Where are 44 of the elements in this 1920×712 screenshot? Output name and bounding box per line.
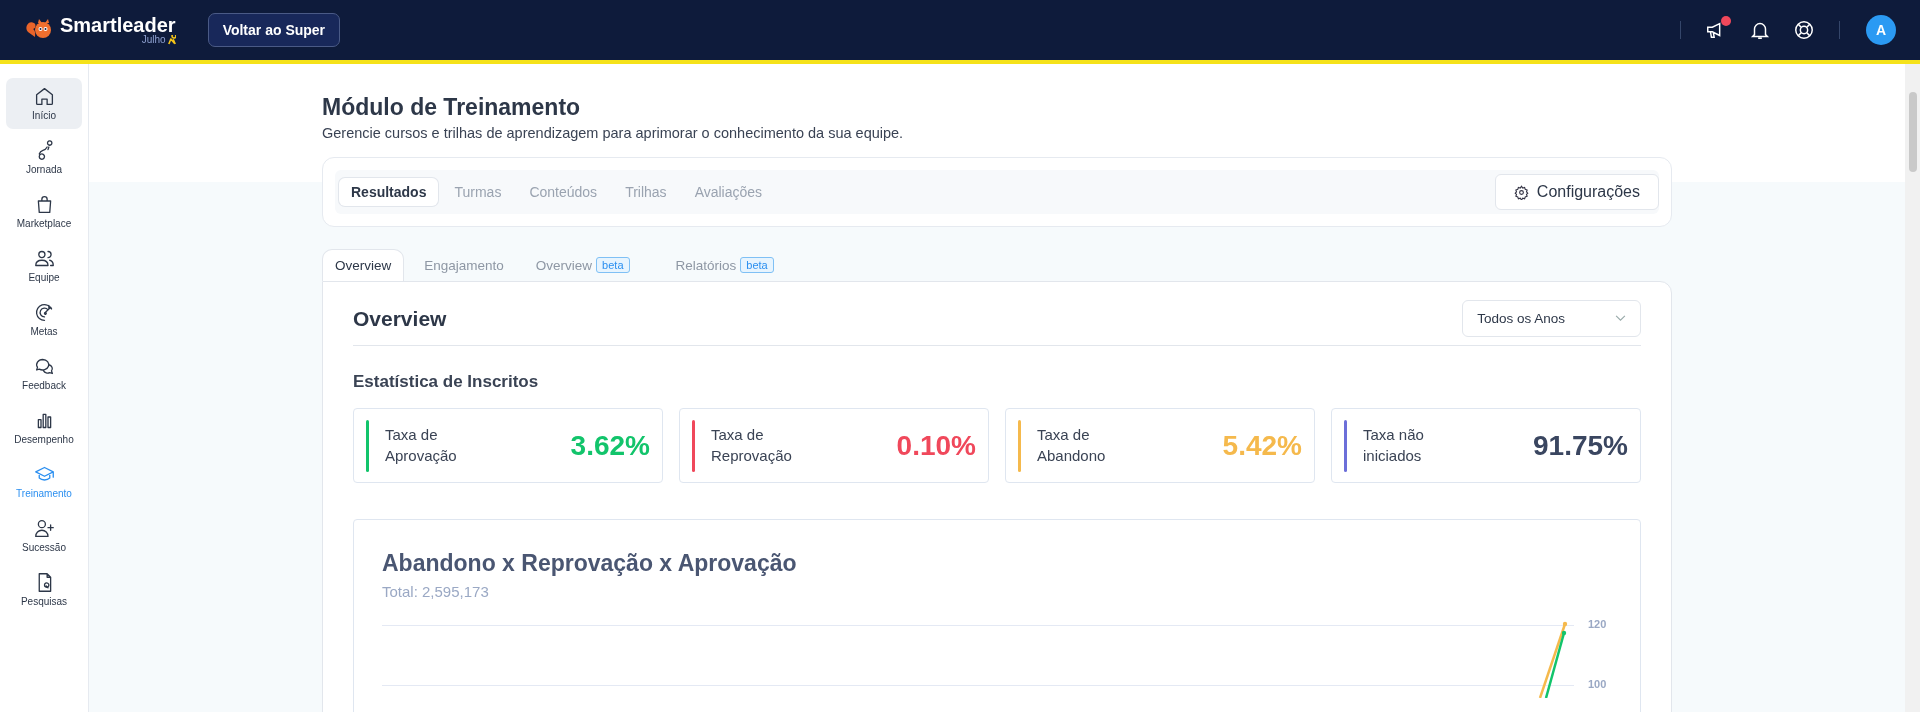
chart-total: Total: 2,595,173 [382,583,490,600]
beta-badge: beta [740,257,774,273]
sidebar-item-icon [33,248,55,269]
settings-button[interactable]: Configurações [1494,174,1659,210]
result-tab[interactable]: Overview [322,249,405,281]
sidebar-item-icon [33,356,55,377]
beta-badge: beta [596,257,630,273]
page-subtitle: Gerencie cursos e trilhas de aprendizagem para aprimorar o conhecimento da sua equipe. [322,125,905,141]
chevron-down-icon [1615,315,1626,322]
stat-label: Taxa de Reprovação [711,425,793,466]
sidebar-item[interactable]: Treinamento [6,456,82,507]
sidebar-item[interactable]: Início [6,78,82,129]
stat-value: 3.62% [570,429,650,462]
sidebar-item[interactable]: Desempenho [6,402,82,453]
stat-label: Taxa de Abandono [1037,425,1107,466]
stat-value: 91.75% [1533,429,1628,462]
sidebar-item[interactable]: Marketplace [6,186,82,237]
sidebar-item-icon [33,302,55,323]
sidebar-item-icon [33,518,55,539]
stat-value: 0.10% [896,429,976,462]
sidebar-item[interactable]: Jornada [6,132,82,183]
sidebar-item[interactable]: Pesquisas [6,564,82,615]
sidebar-item[interactable]: Sucessão [6,510,82,561]
y-axis-tick-label: 120 [1588,618,1608,630]
overview-heading: Overview [353,306,447,331]
stat-label: Taxa não iniciados [1363,425,1425,466]
stat-label: Taxa de Aprovação [385,425,458,466]
chart-title: Abandono x Reprovação x Aprovação [382,550,798,577]
year-select[interactable]: Todos os Anos [1462,300,1641,337]
y-axis-tick-label: 100 [1588,678,1608,690]
sidebar-item[interactable]: Feedback [6,348,82,399]
sidebar-item[interactable]: Metas [6,294,82,345]
brand-name: Smartleader [60,15,176,35]
stat-value: 5.42% [1222,429,1302,462]
sidebar-item-icon [33,86,55,107]
brand-subtitle: Julho [141,35,166,45]
module-tab[interactable]: Resultados [339,178,439,206]
page-title: Módulo de Treinamento [322,94,582,121]
back-button[interactable]: Voltar ao Super [207,13,341,47]
lifebuoy-icon[interactable] [1793,19,1815,41]
settings-icon [1513,184,1529,200]
sidebar-item[interactable]: Equipe [6,240,82,291]
stats-heading: Estatística de Inscritos [353,372,540,392]
scrollbar[interactable] [1905,64,1920,712]
